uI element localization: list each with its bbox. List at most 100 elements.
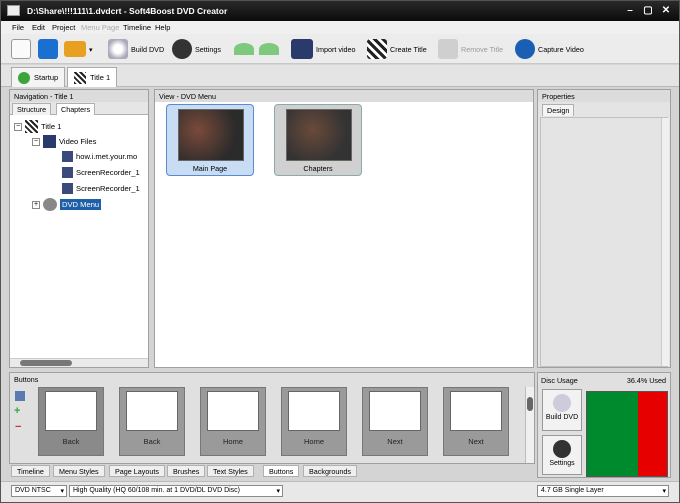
video-file-icon: [62, 183, 73, 194]
chapters-preview: [286, 109, 352, 161]
settings-button[interactable]: Settings: [172, 38, 221, 60]
disc-usage-panel: Disc Usage 36.4% Used Build DVD Settings: [537, 372, 671, 478]
disc-build-label: Build DVD: [545, 414, 579, 421]
maximize-button[interactable]: ▢: [641, 4, 655, 17]
button-style-home-1[interactable]: Home: [200, 387, 266, 456]
open-menu-button[interactable]: ▾: [64, 38, 93, 60]
menu-menu-page[interactable]: Menu Page: [81, 23, 119, 32]
disc-type-select[interactable]: 4.7 GB Single Layer ▾: [537, 485, 669, 497]
tab-timeline[interactable]: Timeline: [11, 465, 50, 477]
add-icon[interactable]: +: [14, 405, 20, 417]
buttons-scrollbar[interactable]: [525, 387, 534, 463]
vertical-scrollbar[interactable]: [661, 118, 669, 366]
info-icon: [515, 39, 535, 59]
tree-node-file-1[interactable]: how.i.met.your.mo: [62, 151, 137, 162]
button-style-label: Next: [468, 437, 484, 446]
remove-title-label: Remove Title: [461, 44, 503, 54]
collapse-icon: −: [32, 137, 40, 146]
redo-button[interactable]: [259, 38, 279, 60]
new-project-button[interactable]: [11, 38, 31, 60]
menu-timeline[interactable]: Timeline: [123, 23, 151, 32]
horizontal-scrollbar[interactable]: [10, 358, 148, 367]
remove-title-button[interactable]: Remove Title: [438, 38, 503, 60]
disc-settings-button[interactable]: Settings: [542, 435, 582, 475]
capture-video-label: Capture Video: [538, 44, 584, 54]
disc-settings-label: Settings: [549, 460, 575, 467]
menu-help[interactable]: Help: [155, 23, 170, 32]
toolbar: ▾ Build DVD Settings Import video Create…: [1, 34, 679, 64]
save-button[interactable]: [38, 38, 58, 60]
tab-page-layouts[interactable]: Page Layouts: [109, 465, 165, 477]
disc-usage-header: Disc Usage: [541, 376, 578, 385]
properties-area: [540, 117, 668, 367]
tree-node-file-3[interactable]: ScreenRecorder_1: [62, 183, 140, 194]
menu-edit[interactable]: Edit: [32, 23, 45, 32]
button-style-next-2[interactable]: Next: [443, 387, 509, 456]
remove-icon[interactable]: −: [15, 421, 21, 433]
buttons-header: Buttons: [14, 375, 39, 384]
tree-file-2-label: ScreenRecorder_1: [76, 168, 140, 177]
thumb-main-page[interactable]: Main Page: [166, 104, 254, 176]
minimize-button[interactable]: –: [623, 4, 637, 17]
tree-node-file-2[interactable]: ScreenRecorder_1: [62, 167, 140, 178]
button-style-label: Home: [303, 437, 324, 446]
tree-node-video-files[interactable]: − Video Files: [32, 135, 96, 148]
save-icon: [38, 39, 58, 59]
menu-project[interactable]: Project: [52, 23, 75, 32]
thumb-chapters[interactable]: Chapters: [274, 104, 362, 176]
tab-design[interactable]: Design: [542, 104, 575, 116]
video-file-icon: [62, 151, 73, 162]
tab-text-styles[interactable]: Text Styles: [207, 465, 254, 477]
button-style-next-1[interactable]: Next: [362, 387, 428, 456]
close-button[interactable]: ✕: [659, 4, 673, 17]
quality-value: High Quality (HQ 60/108 min. at 1 DVD/DL…: [73, 487, 241, 494]
scrollbar-thumb[interactable]: [20, 360, 72, 366]
gear-icon: [172, 39, 192, 59]
buttons-panel: Buttons + − Back Back Home Home Next Nex…: [9, 372, 535, 464]
disc-usage-bar: [586, 391, 668, 477]
create-title-button[interactable]: Create Title: [367, 38, 427, 60]
tab-brushes[interactable]: Brushes: [167, 465, 206, 477]
back-arrow-icon: [45, 391, 97, 431]
tab-chapters[interactable]: Chapters: [56, 103, 96, 115]
format-select[interactable]: DVD NTSC ▾: [11, 485, 67, 497]
clapperboard-icon: [367, 39, 387, 59]
tab-buttons[interactable]: Buttons: [263, 465, 300, 477]
tab-title-1[interactable]: Title 1: [67, 67, 118, 87]
build-dvd-label: Build DVD: [131, 44, 165, 54]
picker-icon[interactable]: [15, 391, 25, 401]
capture-video-button[interactable]: Capture Video: [515, 38, 584, 60]
menu-file[interactable]: File: [12, 23, 24, 32]
tab-startup[interactable]: Startup: [11, 67, 66, 87]
view-header: View - DVD Menu: [155, 90, 533, 102]
undo-button[interactable]: [234, 38, 254, 60]
expand-icon: +: [32, 200, 40, 209]
button-style-back-2[interactable]: Back: [119, 387, 185, 456]
tab-title-1-label: Title 1: [90, 73, 111, 82]
import-video-label: Import video: [316, 44, 356, 54]
format-value: DVD NTSC: [15, 487, 51, 494]
bottom-tabs: Timeline Menu Styles Page Layouts Brushe…: [9, 465, 535, 477]
tab-menu-styles[interactable]: Menu Styles: [53, 465, 105, 477]
next-arrow-icon: [450, 391, 502, 431]
tree-node-dvd-menu[interactable]: + DVD Menu: [32, 198, 102, 211]
disc-used-segment: [637, 392, 667, 476]
power-icon: [18, 71, 30, 84]
build-dvd-icon: [108, 39, 128, 59]
home-icon: [207, 391, 259, 431]
tree-node-title[interactable]: − Title 1: [14, 120, 61, 133]
new-document-icon: [11, 39, 31, 59]
disc-build-button[interactable]: Build DVD: [542, 389, 582, 431]
window-title: D:\Share\!!!111\1.dvdcrt - Soft4Boost DV…: [27, 6, 228, 16]
tree-file-3-label: ScreenRecorder_1: [76, 184, 140, 193]
create-title-label: Create Title: [390, 44, 427, 54]
tab-structure[interactable]: Structure: [12, 103, 52, 115]
build-dvd-button[interactable]: Build DVD: [108, 38, 164, 60]
import-video-button[interactable]: Import video: [291, 38, 356, 60]
button-style-back-1[interactable]: Back: [38, 387, 104, 456]
tree-dvd-menu-label: DVD Menu: [60, 199, 102, 210]
button-style-home-2[interactable]: Home: [281, 387, 347, 456]
quality-select[interactable]: High Quality (HQ 60/108 min. at 1 DVD/DL…: [69, 485, 283, 497]
buttons-scrollbar-thumb[interactable]: [527, 397, 533, 411]
tab-backgrounds[interactable]: Backgrounds: [303, 465, 357, 477]
